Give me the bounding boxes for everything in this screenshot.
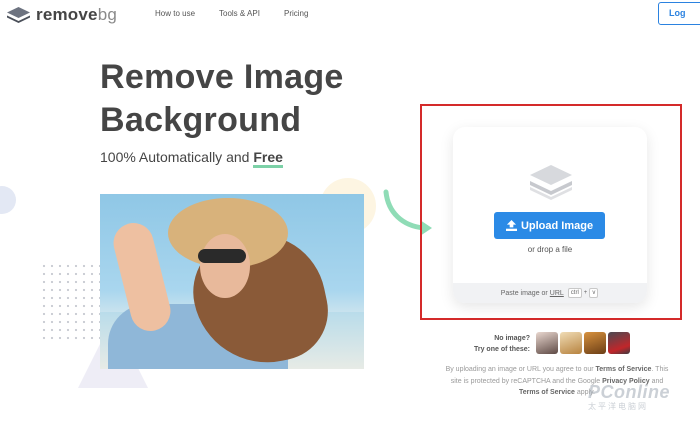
logo-text: removebg xyxy=(36,5,117,24)
subtitle-free-highlight: Free xyxy=(253,149,283,168)
logo-layers-icon xyxy=(7,7,30,23)
sample-label-line-2: Try one of these: xyxy=(473,346,530,353)
page-title-line-2: Background xyxy=(100,101,302,139)
upload-card[interactable]: Upload Image or drop a file Paste image … xyxy=(453,127,647,303)
layers-icon xyxy=(530,165,572,200)
page-title-line-1: Remove Image xyxy=(100,58,344,96)
upload-image-button[interactable]: Upload Image xyxy=(494,212,605,239)
key-v: v xyxy=(589,288,599,298)
upload-icon xyxy=(505,220,517,231)
decorative-circle xyxy=(0,186,16,214)
nav-tools-api[interactable]: Tools & API xyxy=(219,9,260,18)
legal-text-1: By uploading an image or URL you agree t… xyxy=(445,366,594,373)
upload-button-label: Upload Image xyxy=(520,219,594,232)
sample-thumb-book[interactable] xyxy=(584,332,606,354)
google-terms-link[interactable]: Terms of Service xyxy=(519,389,575,396)
key-plus: + xyxy=(583,290,588,296)
paste-text: Paste image or xyxy=(500,289,548,297)
sample-thumb-woman[interactable] xyxy=(536,332,558,354)
subtitle-text: 100% Automatically and xyxy=(100,149,250,165)
sample-images-label: No image? Try one of these: xyxy=(466,333,530,355)
key-ctrl: ctrl xyxy=(567,288,582,298)
paste-bar: Paste image or URL ctrl + v xyxy=(453,283,647,303)
logo[interactable]: removebg xyxy=(6,5,117,25)
drop-file-text: or drop a file xyxy=(527,245,573,254)
login-button[interactable]: Log xyxy=(658,2,700,25)
watermark: PConline 太平洋电脑网 xyxy=(588,382,698,418)
paste-url-link[interactable]: URL xyxy=(550,290,564,297)
hero-example-photo xyxy=(100,194,364,369)
nav-how-to-use[interactable]: How to use xyxy=(155,9,195,18)
sample-thumb-car[interactable] xyxy=(608,332,630,354)
nav-pricing[interactable]: Pricing xyxy=(284,9,308,18)
top-nav-bar: removebg How to use Tools & API Pricing … xyxy=(0,0,700,29)
hero-subtitle: 100% Automatically and Free xyxy=(100,149,283,168)
terms-link[interactable]: Terms of Service xyxy=(596,366,652,373)
sample-thumb-dog[interactable] xyxy=(560,332,582,354)
watermark-sub: 太平洋电脑网 xyxy=(588,402,648,411)
watermark-main: PConline xyxy=(588,382,671,402)
sample-label-line-1: No image? xyxy=(494,335,530,342)
page-title: Remove Image Background xyxy=(100,56,344,142)
